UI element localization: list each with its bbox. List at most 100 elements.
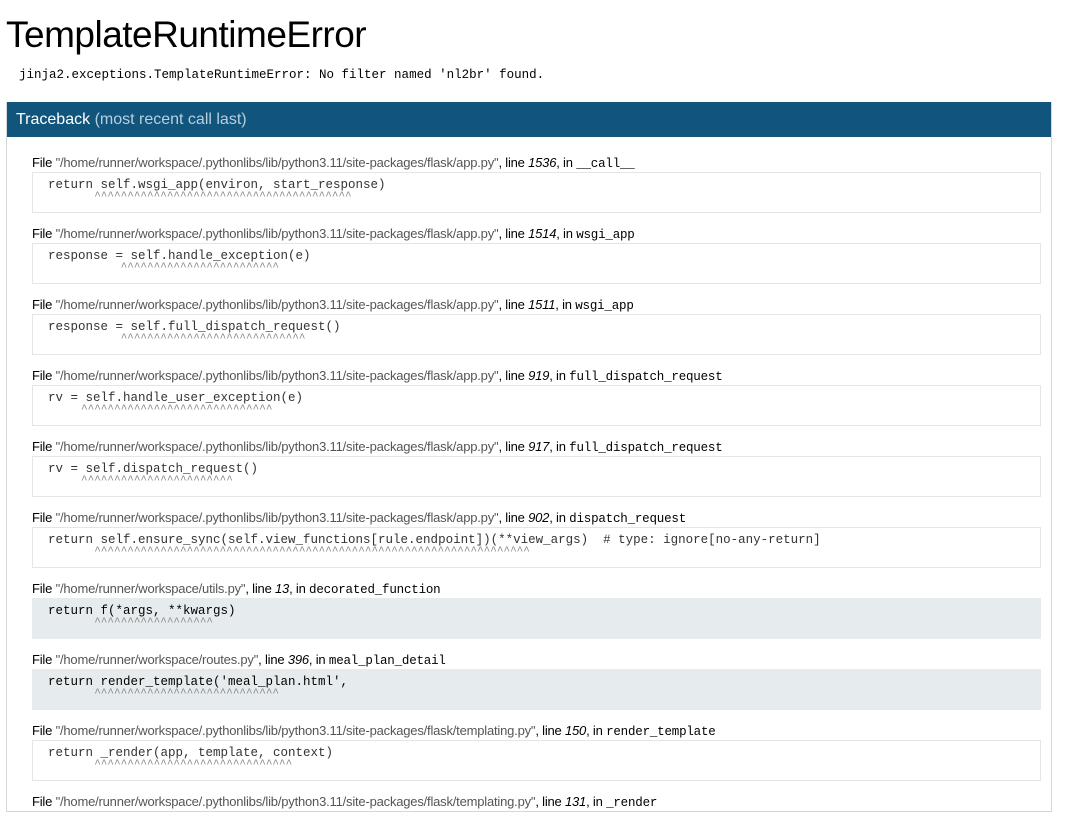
frame-function-name: _render — [606, 796, 658, 810]
code-snippet[interactable]: response = self.full_dispatch_request() … — [32, 314, 1041, 355]
code-snippet[interactable]: return _render(app, template, context) ^… — [32, 740, 1041, 781]
frame-header: File "/home/runner/workspace/.pythonlibs… — [32, 438, 1041, 456]
code-snippet[interactable]: rv = self.dispatch_request() ^^^^^^^^^^^… — [32, 456, 1041, 497]
traceback-frame: File "/home/runner/workspace/.pythonlibs… — [32, 793, 1041, 811]
frame-line-number: 131 — [565, 794, 587, 809]
in-label: , in — [289, 581, 310, 596]
frame-filename: "/home/runner/workspace/.pythonlibs/lib/… — [55, 794, 536, 809]
file-label: File — [32, 794, 56, 809]
in-label: , in — [549, 510, 570, 525]
in-label: , in — [549, 439, 570, 454]
frame-line-number: 917 — [528, 439, 550, 454]
frame-header: File "/home/runner/workspace/.pythonlibs… — [32, 154, 1041, 172]
file-label: File — [32, 297, 56, 312]
traceback-frame: File "/home/runner/workspace/utils.py", … — [32, 580, 1041, 639]
frame-header: File "/home/runner/workspace/.pythonlibs… — [32, 722, 1041, 740]
frame-line-number: 1514 — [528, 226, 557, 241]
line-label: , line — [498, 155, 529, 170]
line-label: , line — [498, 439, 529, 454]
error-caret: ^^^^^^^^^^^^^^^^^^^^^^^^^^^^^ — [48, 404, 273, 416]
code-line: return f(*args, **kwargs) — [48, 604, 236, 618]
file-label: File — [32, 439, 56, 454]
frame-line-number: 919 — [528, 368, 550, 383]
traceback-subheading: (most recent call last) — [94, 111, 247, 128]
frame-filename: "/home/runner/workspace/.pythonlibs/lib/… — [55, 297, 499, 312]
code-line: return self.ensure_sync(self.view_functi… — [48, 533, 821, 547]
line-label: , line — [245, 581, 276, 596]
file-label: File — [32, 155, 56, 170]
traceback-header: Traceback (most recent call last) — [7, 102, 1051, 137]
traceback-frame: File "/home/runner/workspace/routes.py",… — [32, 651, 1041, 710]
code-line: return self.wsgi_app(environ, start_resp… — [48, 178, 386, 192]
traceback-frame: File "/home/runner/workspace/.pythonlibs… — [32, 509, 1041, 568]
frame-filename: "/home/runner/workspace/.pythonlibs/lib/… — [55, 226, 499, 241]
traceback-frame: File "/home/runner/workspace/.pythonlibs… — [32, 296, 1041, 355]
frame-function-name: full_dispatch_request — [569, 441, 723, 455]
line-label: , line — [498, 226, 529, 241]
line-label: , line — [535, 794, 565, 809]
in-label: , in — [556, 226, 577, 241]
page-title: TemplateRuntimeError — [6, 14, 367, 55]
error-caret: ^^^^^^^^^^^^^^^^^^ — [48, 617, 214, 629]
code-line: return render_template('meal_plan.html', — [48, 675, 349, 689]
traceback-frame: File "/home/runner/workspace/.pythonlibs… — [32, 154, 1041, 213]
frame-function-name: wsgi_app — [576, 228, 635, 242]
error-caret: ^^^^^^^^^^^^^^^^^^^^^^^ — [48, 475, 233, 487]
traceback-frame: File "/home/runner/workspace/.pythonlibs… — [32, 722, 1041, 781]
code-snippet[interactable]: return self.ensure_sync(self.view_functi… — [32, 527, 1041, 568]
error-caret: ^^^^^^^^^^^^^^^^^^^^^^^^^^^^^^^^^^^^^^^^… — [48, 546, 530, 558]
frame-line-number: 150 — [565, 723, 587, 738]
traceback-frame: File "/home/runner/workspace/.pythonlibs… — [32, 225, 1041, 284]
code-line: rv = self.dispatch_request() — [48, 462, 259, 476]
code-line: response = self.handle_exception(e) — [48, 249, 311, 263]
line-label: , line — [258, 652, 288, 667]
frame-filename: "/home/runner/workspace/.pythonlibs/lib/… — [55, 439, 499, 454]
in-label: , in — [586, 723, 607, 738]
frame-line-number: 1536 — [528, 155, 557, 170]
in-label: , in — [586, 794, 607, 809]
frame-line-number: 396 — [287, 652, 309, 667]
code-snippet[interactable]: return render_template('meal_plan.html',… — [32, 669, 1041, 710]
frame-function-name: dispatch_request — [569, 512, 686, 526]
error-caret: ^^^^^^^^^^^^^^^^^^^^^^^^^^^^^^ — [48, 759, 293, 771]
code-line: rv = self.handle_user_exception(e) — [48, 391, 304, 405]
frame-header: File "/home/runner/workspace/routes.py",… — [32, 651, 1041, 669]
line-label: , line — [498, 297, 529, 312]
frame-function-name: __call__ — [576, 157, 635, 171]
frame-function-name: full_dispatch_request — [569, 370, 723, 384]
traceback-frame: File "/home/runner/workspace/.pythonlibs… — [32, 367, 1041, 426]
file-label: File — [32, 226, 56, 241]
in-label: , in — [556, 155, 577, 170]
in-label: , in — [308, 652, 329, 667]
code-line: response = self.full_dispatch_request() — [48, 320, 341, 334]
error-message: jinja2.exceptions.TemplateRuntimeError: … — [19, 68, 545, 82]
frame-filename: "/home/runner/workspace/.pythonlibs/lib/… — [55, 368, 499, 383]
code-snippet[interactable]: return f(*args, **kwargs) ^^^^^^^^^^^^^^… — [32, 598, 1041, 639]
frame-header: File "/home/runner/workspace/.pythonlibs… — [32, 793, 1041, 811]
frame-function-name: wsgi_app — [575, 299, 634, 313]
frame-line-number: 13 — [275, 581, 290, 596]
file-label: File — [32, 510, 56, 525]
code-snippet[interactable]: return self.wsgi_app(environ, start_resp… — [32, 172, 1041, 213]
line-label: , line — [498, 368, 529, 383]
frame-header: File "/home/runner/workspace/utils.py", … — [32, 580, 1041, 598]
code-snippet[interactable]: rv = self.handle_user_exception(e) ^^^^^… — [32, 385, 1041, 426]
frame-filename: "/home/runner/workspace/utils.py" — [55, 581, 246, 596]
frame-filename: "/home/runner/workspace/.pythonlibs/lib/… — [55, 510, 499, 525]
file-label: File — [32, 723, 56, 738]
traceback-heading: Traceback — [16, 111, 91, 128]
frame-function-name: decorated_function — [309, 583, 441, 597]
line-label: , line — [498, 510, 529, 525]
error-page: TemplateRuntimeError jinja2.exceptions.T… — [0, 0, 1065, 812]
frame-header: File "/home/runner/workspace/.pythonlibs… — [32, 296, 1041, 314]
in-label: , in — [549, 368, 570, 383]
frame-header: File "/home/runner/workspace/.pythonlibs… — [32, 367, 1041, 385]
code-snippet[interactable]: response = self.handle_exception(e) ^^^^… — [32, 243, 1041, 284]
frame-filename: "/home/runner/workspace/.pythonlibs/lib/… — [55, 155, 499, 170]
code-line: return _render(app, template, context) — [48, 746, 334, 760]
traceback-frame: File "/home/runner/workspace/.pythonlibs… — [32, 438, 1041, 497]
error-caret: ^^^^^^^^^^^^^^^^^^^^^^^^^^^^^^^^^^^^^^^ — [48, 191, 352, 203]
frame-list: File "/home/runner/workspace/.pythonlibs… — [7, 137, 1051, 811]
line-label: , line — [535, 723, 565, 738]
frame-line-number: 1511 — [528, 297, 556, 312]
